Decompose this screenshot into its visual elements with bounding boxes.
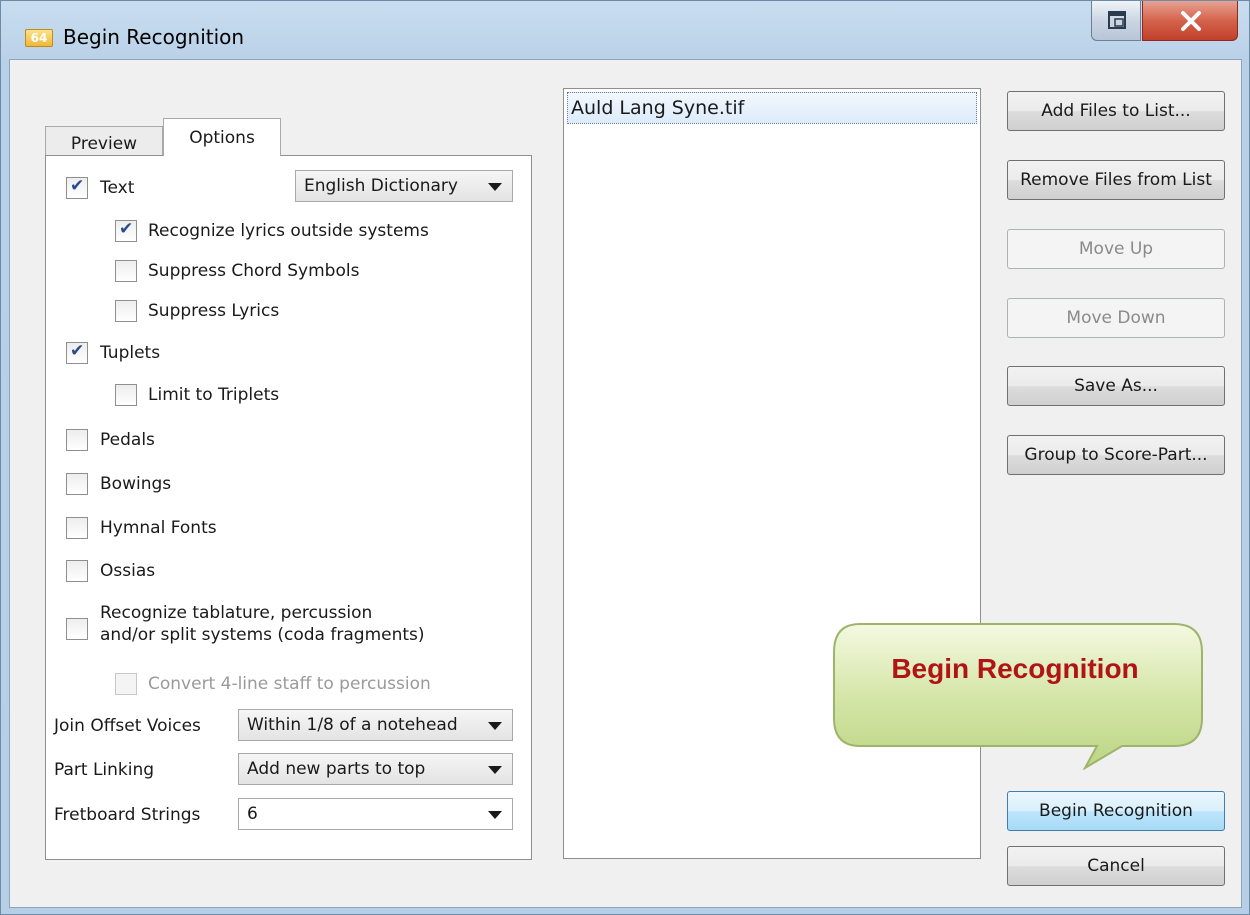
bowings-label: Bowings (100, 474, 172, 494)
ossias-label: Ossias (100, 561, 156, 581)
chevron-down-icon (488, 722, 502, 730)
part-linking-value: Add new parts to top (247, 759, 426, 779)
callout-text: Begin Recognition (891, 653, 1139, 684)
window-title: Begin Recognition (63, 25, 245, 49)
join-offset-value: Within 1/8 of a notehead (247, 715, 458, 735)
ossias-checkbox[interactable] (66, 560, 88, 582)
file-list[interactable]: Auld Lang Syne.tif (563, 88, 981, 859)
close-icon (1181, 11, 1201, 31)
list-item[interactable]: Auld Lang Syne.tif (567, 92, 977, 124)
move-down-button[interactable]: Move Down (1007, 298, 1225, 338)
fretboard-dropdown[interactable]: 6 (238, 798, 513, 830)
fretboard-value: 6 (247, 804, 258, 824)
tab-options[interactable]: Options (163, 118, 281, 156)
save-as-button[interactable]: Save As... (1007, 366, 1225, 406)
hymnal-fonts-label: Hymnal Fonts (100, 518, 217, 538)
dialog-client: Preview Options Text English Dictionary … (9, 59, 1242, 908)
limit-triplets-label: Limit to Triplets (148, 385, 280, 405)
restore-button[interactable] (1091, 1, 1141, 41)
pedals-checkbox[interactable] (66, 429, 88, 451)
text-label: Text (100, 178, 135, 198)
part-linking-dropdown[interactable]: Add new parts to top (238, 753, 513, 785)
tablature-label: Recognize tablature, percussion and/or s… (100, 603, 425, 645)
title-bar[interactable]: 64 Begin Recognition (1, 1, 1250, 59)
chevron-down-icon (488, 183, 502, 191)
tuplets-checkbox[interactable] (66, 341, 88, 364)
options-panel: Text English Dictionary Recognize lyrics… (45, 155, 532, 860)
remove-files-button[interactable]: Remove Files from List (1007, 160, 1225, 200)
chevron-down-icon (488, 811, 502, 819)
begin-recognition-button[interactable]: Begin Recognition (1007, 791, 1225, 831)
suppress-lyrics-label: Suppress Lyrics (148, 301, 280, 321)
suppress-chords-label: Suppress Chord Symbols (148, 261, 360, 281)
chevron-down-icon (488, 766, 502, 774)
join-offset-dropdown[interactable]: Within 1/8 of a notehead (238, 709, 513, 741)
suppress-lyrics-checkbox[interactable] (115, 300, 137, 322)
restore-icon (1108, 11, 1126, 29)
pedals-label: Pedals (100, 430, 155, 450)
dictionary-dropdown[interactable]: English Dictionary (295, 170, 513, 202)
limit-triplets-checkbox[interactable] (115, 384, 137, 406)
group-score-part-button[interactable]: Group to Score-Part... (1007, 435, 1225, 475)
tablature-checkbox[interactable] (66, 618, 88, 640)
bowings-checkbox[interactable] (66, 473, 88, 495)
join-offset-label: Join Offset Voices (54, 716, 201, 736)
recognize-lyrics-checkbox[interactable] (115, 219, 137, 242)
fretboard-label: Fretboard Strings (54, 805, 201, 825)
convert-4line-label: Convert 4-line staff to percussion (148, 674, 431, 694)
add-files-button[interactable]: Add Files to List... (1007, 91, 1225, 131)
move-up-button[interactable]: Move Up (1007, 229, 1225, 269)
part-linking-label: Part Linking (54, 760, 155, 780)
dialog-window: 64 Begin Recognition Preview Options Tex… (0, 0, 1250, 915)
suppress-chords-checkbox[interactable] (115, 260, 137, 282)
close-button[interactable] (1142, 1, 1238, 41)
dictionary-value: English Dictionary (304, 176, 458, 196)
cancel-button[interactable]: Cancel (1007, 846, 1225, 886)
convert-4line-checkbox[interactable] (115, 673, 137, 695)
app-icon: 64 (25, 29, 53, 47)
text-checkbox[interactable] (66, 176, 88, 199)
recognize-lyrics-label: Recognize lyrics outside systems (148, 221, 429, 241)
hymnal-fonts-checkbox[interactable] (66, 517, 88, 539)
tuplets-label: Tuplets (100, 343, 161, 363)
